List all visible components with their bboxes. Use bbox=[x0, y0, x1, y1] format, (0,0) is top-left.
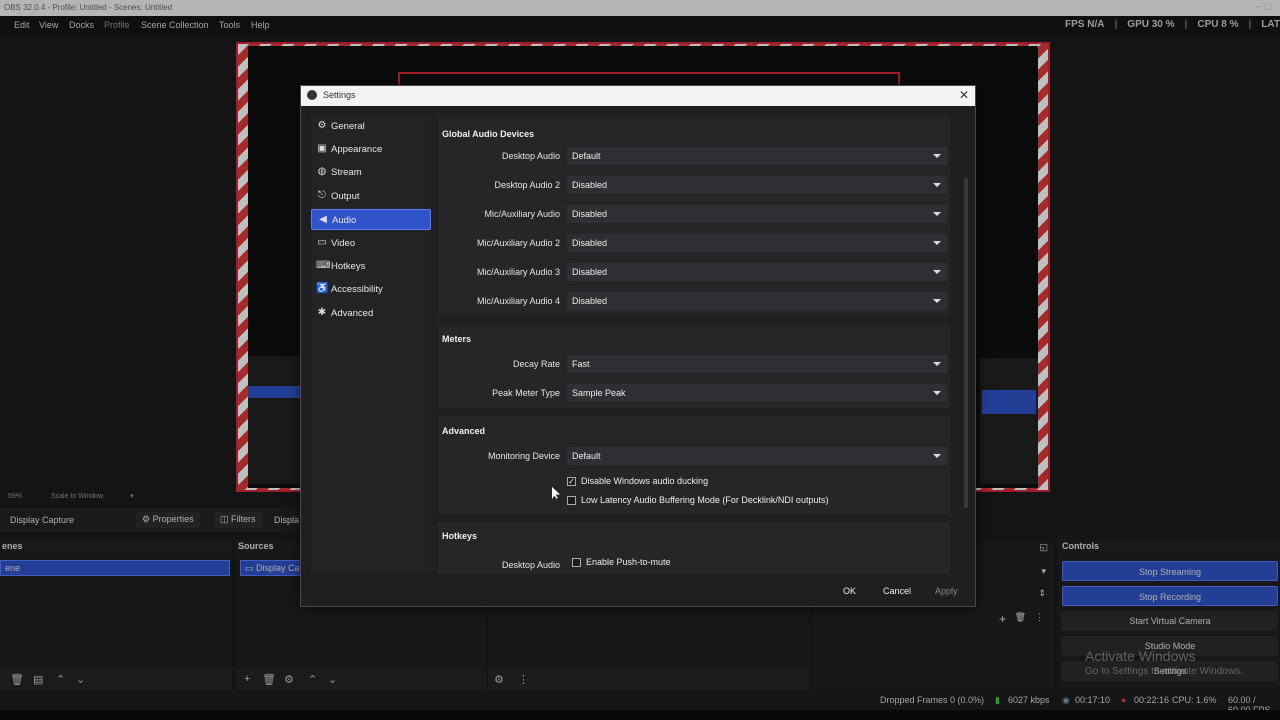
chevron-down-icon bbox=[933, 212, 941, 216]
nav-stream[interactable]: ◍ Stream bbox=[311, 162, 431, 183]
hotkeys-section: Hotkeys Desktop Audio Enable Push-to-mut… bbox=[438, 522, 950, 574]
nav-audio[interactable]: ◀ Audio bbox=[311, 209, 431, 230]
checkbox-unchecked-icon bbox=[572, 558, 581, 568]
meters-section: Meters Decay Rate Fast Peak Meter Type S… bbox=[438, 324, 950, 408]
row-label: Decay Rate bbox=[512, 359, 560, 369]
speaker-icon: ◀ bbox=[319, 214, 327, 225]
section-title: Hotkeys bbox=[442, 531, 478, 541]
nav-accessibility[interactable]: ♿ Accessibility bbox=[311, 279, 431, 300]
chevron-down-icon bbox=[933, 391, 941, 395]
row-label: Monitoring Device bbox=[487, 451, 560, 461]
monitor-icon: ▭ bbox=[317, 237, 327, 248]
settings-titlebar: Settings ✕ bbox=[301, 86, 975, 106]
desktop-audio-2-select[interactable]: Disabled bbox=[567, 176, 947, 194]
settings-dialog: Settings ✕ ⚙ General ▣ Appearance ◍ Stream … bbox=[300, 85, 976, 607]
nav-output[interactable]: ⎋ Output bbox=[311, 186, 431, 207]
chevron-down-icon bbox=[933, 241, 941, 245]
obs-logo-icon bbox=[307, 90, 317, 100]
keyboard-icon: ⌨ bbox=[316, 260, 331, 271]
apply-button[interactable]: Apply bbox=[927, 580, 966, 602]
desktop-audio-select[interactable]: Default bbox=[567, 147, 947, 165]
mic-aux-audio-2-select[interactable]: Disabled bbox=[567, 234, 947, 252]
checkbox-unchecked-icon bbox=[567, 496, 576, 506]
nav-appearance[interactable]: ▣ Appearance bbox=[311, 139, 431, 160]
globe-icon: ◍ bbox=[317, 166, 327, 177]
section-title: Advanced bbox=[442, 426, 486, 436]
decay-rate-select[interactable]: Fast bbox=[567, 355, 947, 373]
settings-content: Global Audio Devices Desktop Audio Defau… bbox=[438, 114, 964, 574]
advanced-section: Advanced Monitoring Device Default ✓ Disa… bbox=[438, 416, 950, 514]
row-label: Mic/Auxiliary Audio 4 bbox=[476, 296, 560, 306]
nav-advanced[interactable]: ✱ Advanced bbox=[311, 303, 431, 324]
mic-aux-audio-select[interactable]: Disabled bbox=[567, 205, 947, 223]
settings-footer: OK Cancel Apply bbox=[301, 576, 975, 606]
chevron-down-icon bbox=[933, 183, 941, 187]
mic-aux-audio-4-select[interactable]: Disabled bbox=[567, 292, 947, 310]
disable-ducking-checkbox[interactable]: ✓ Disable Windows audio ducking bbox=[567, 476, 708, 487]
chevron-down-icon bbox=[933, 270, 941, 274]
section-title: Global Audio Devices bbox=[442, 129, 535, 139]
output-icon: ⎋ bbox=[318, 190, 326, 201]
chevron-down-icon bbox=[933, 362, 941, 366]
chevron-down-icon bbox=[933, 299, 941, 303]
close-icon[interactable]: ✕ bbox=[959, 88, 969, 102]
low-latency-checkbox[interactable]: Low Latency Audio Buffering Mode (For De… bbox=[567, 495, 828, 506]
row-label: Mic/Auxiliary Audio bbox=[484, 209, 560, 219]
row-label: Desktop Audio bbox=[501, 151, 560, 161]
row-label: Desktop Audio bbox=[501, 560, 560, 570]
nav-video[interactable]: ▭ Video bbox=[311, 233, 431, 254]
settings-title: Settings bbox=[323, 90, 356, 100]
nav-hotkeys[interactable]: ⌨ Hotkeys bbox=[311, 256, 431, 277]
chevron-down-icon bbox=[933, 154, 941, 158]
push-to-mute-checkbox[interactable]: Enable Push-to-mute bbox=[572, 557, 671, 568]
nav-general[interactable]: ⚙ General bbox=[311, 116, 431, 137]
cancel-button[interactable]: Cancel bbox=[875, 580, 919, 602]
ok-button[interactable]: OK bbox=[835, 580, 864, 602]
row-label: Desktop Audio 2 bbox=[494, 180, 560, 190]
checkbox-checked-icon: ✓ bbox=[567, 477, 576, 487]
monitoring-device-select[interactable]: Default bbox=[567, 447, 947, 465]
wrench-icon: ✱ bbox=[317, 307, 327, 318]
peak-meter-type-select[interactable]: Sample Peak bbox=[567, 384, 947, 402]
accessibility-icon: ♿ bbox=[316, 283, 329, 294]
gear-icon: ⚙ bbox=[317, 120, 327, 131]
palette-icon: ▣ bbox=[317, 143, 327, 154]
row-label: Mic/Auxiliary Audio 2 bbox=[476, 238, 560, 248]
mic-aux-audio-3-select[interactable]: Disabled bbox=[567, 263, 947, 281]
settings-nav: ⚙ General ▣ Appearance ◍ Stream ⎋ Output ◀ Au… bbox=[311, 114, 431, 574]
chevron-down-icon bbox=[933, 454, 941, 458]
section-title: Meters bbox=[442, 334, 472, 344]
global-audio-section: Global Audio Devices Desktop Audio Defau… bbox=[438, 116, 950, 316]
row-label: Mic/Auxiliary Audio 3 bbox=[476, 267, 560, 277]
settings-scrollbar[interactable] bbox=[964, 178, 968, 508]
row-label: Peak Meter Type bbox=[492, 388, 560, 398]
